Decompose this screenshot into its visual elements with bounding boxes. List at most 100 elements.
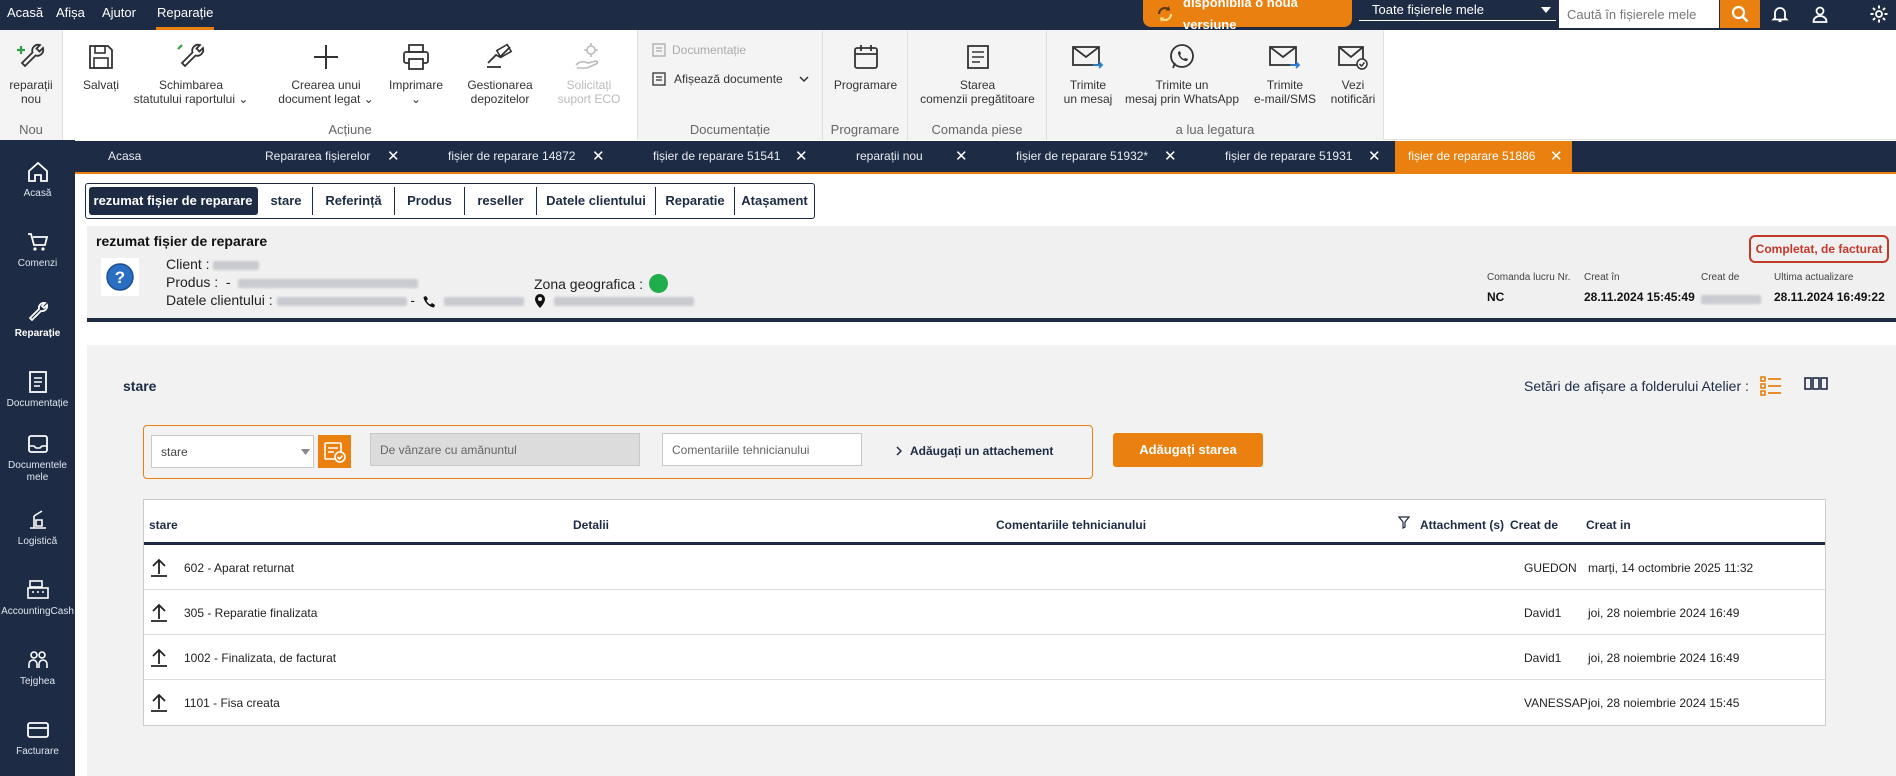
sidebar-item-tejghea[interactable]: Tejghea [0, 646, 75, 688]
new-repair-button[interactable]: reparații nou [2, 36, 60, 106]
technician-comment-input[interactable]: Comentariile tehnicianului [662, 433, 862, 466]
left-sidebar: Acasă Comenzi Reparație Documentație Doc… [0, 140, 75, 776]
client-value-redacted [213, 260, 260, 270]
file-scope-select[interactable]: Toate fișierele mele [1359, 0, 1556, 21]
order-status-label-2: comenzii pregătitoare [920, 92, 1035, 106]
sidebar-item-documentatie[interactable]: Documentație [0, 368, 75, 410]
subtab-referinta[interactable]: Referință [313, 187, 395, 215]
sidebar-item-accountingcash[interactable]: AccountingCash [0, 576, 75, 618]
close-icon[interactable]: ✕ [1368, 141, 1381, 172]
column-header-attachment[interactable]: Attachment (s) [1420, 518, 1504, 532]
column-header-detalii[interactable]: Detalii [573, 518, 609, 532]
column-header-creat-in[interactable]: Creat in [1586, 518, 1631, 532]
row-created-by: David1 [1524, 651, 1562, 665]
close-icon[interactable]: ✕ [592, 141, 605, 172]
documentation-button[interactable]: Documentație [652, 43, 746, 57]
menu-ajutor[interactable]: Ajutor [102, 0, 136, 30]
sidebar-item-reparatie[interactable]: Reparație [0, 298, 75, 340]
bell-icon[interactable] [1765, 0, 1795, 28]
close-icon[interactable]: ✕ [1550, 141, 1563, 172]
status-picker-button[interactable] [318, 435, 351, 468]
retail-field[interactable]: De vânzare cu amănuntul [370, 433, 640, 466]
wrench-plus-icon [2, 36, 60, 78]
inbox-icon [0, 430, 75, 458]
created-at-value: 28.11.2024 15:45:49 [1584, 290, 1695, 304]
row-created-at: joi, 28 noiembrie 2024 15:45 [1588, 696, 1740, 710]
eco-support-label-1: Solicitați [566, 78, 612, 92]
add-attachment-link[interactable]: Adăugați un attachement [896, 444, 1053, 458]
update-available-button[interactable]: disponibilă o nouă versiune [1143, 0, 1352, 32]
column-header-stare[interactable]: stare [149, 518, 178, 532]
sidebar-item-comenzi[interactable]: Comenzi [0, 228, 75, 270]
subtab-datele-clientului[interactable]: Datele clientului [537, 187, 656, 215]
show-documents-button[interactable]: Afișează documente [652, 72, 809, 86]
arrow-up-icon[interactable] [149, 602, 169, 622]
map-pin-icon [534, 294, 546, 309]
order-status-button[interactable]: Starea comenzii pregătitoare [910, 36, 1045, 106]
mail-forward-icon [1243, 36, 1327, 78]
manage-deposits-button[interactable]: Gestionarea depozitelor [458, 36, 542, 106]
arrow-up-icon[interactable] [149, 557, 169, 577]
whatsapp-button[interactable]: Trimite un mesaj prin WhatsApp [1119, 36, 1245, 106]
status-select[interactable]: stare [151, 435, 314, 468]
column-header-comentarii[interactable]: Comentariile tehnicianului [996, 518, 1146, 532]
sidebar-item-logistica[interactable]: Logistică [0, 506, 75, 548]
view-notifications-label-1: Vezi [1341, 78, 1365, 92]
eco-support-button[interactable]: Solicitați suport ECO [547, 36, 631, 106]
close-icon[interactable]: ✕ [1164, 141, 1177, 172]
tab-reparatii-nou[interactable]: reparații nou ✕ [856, 141, 1006, 172]
tab-label: Acasa [108, 149, 142, 163]
tab-fisier-51886[interactable]: fișier de reparare 51886 ✕ [1395, 141, 1572, 172]
filter-icon[interactable] [1398, 516, 1410, 529]
table-row[interactable]: 602 - Aparat returnat GUEDON marți, 14 o… [144, 545, 1825, 590]
tab-fisier-14872[interactable]: fișier de reparare 14872 ✕ [448, 141, 648, 172]
repair-summary-header: rezumat fișier de reparare ? Client : Pr… [87, 226, 1896, 318]
user-icon[interactable] [1805, 0, 1835, 28]
subtab-reseller[interactable]: reseller [465, 187, 537, 215]
email-sms-button[interactable]: Trimite e-mail/SMS [1243, 36, 1327, 106]
print-button[interactable]: Imprimare ⌄ [376, 36, 456, 106]
subtab-rezumat[interactable]: rezumat fișier de reparare [89, 187, 258, 215]
arrow-up-icon[interactable] [149, 647, 169, 667]
change-status-button[interactable]: Schimbarea statutului raportului ⌄ [128, 36, 254, 106]
menu-afisa[interactable]: Afișa [56, 0, 85, 30]
scheduling-label: Programare [833, 78, 898, 92]
create-linked-doc-button[interactable]: Crearea unui document legat ⌄ [273, 36, 379, 106]
search-button[interactable] [1720, 0, 1760, 28]
sidebar-item-documentele-mele[interactable]: Documentele mele [0, 430, 75, 484]
menu-reparatie[interactable]: Reparație [156, 0, 215, 30]
hand-money-icon [458, 36, 542, 78]
close-icon[interactable]: ✕ [955, 141, 968, 172]
home-icon [0, 158, 75, 186]
table-row[interactable]: 305 - Reparatie finalizata David1 joi, 2… [144, 590, 1825, 635]
scheduling-button[interactable]: Programare [825, 36, 906, 92]
table-row[interactable]: 1101 - Fisa creata VANESSAP joi, 28 noie… [144, 680, 1825, 725]
sidebar-item-facturare[interactable]: Facturare [0, 716, 75, 758]
save-button[interactable]: Salvați [71, 36, 131, 92]
view-notifications-button[interactable]: Vezi notificări [1323, 36, 1383, 106]
tab-fisier-51541[interactable]: fișier de reparare 51541 ✕ [653, 141, 853, 172]
list-view-icon[interactable] [1759, 375, 1783, 397]
column-header-creat-de[interactable]: Creat de [1510, 518, 1558, 532]
search-input[interactable]: Caută în fișierele mele [1559, 0, 1719, 28]
subtab-atasament[interactable]: Atașament [735, 187, 814, 215]
tab-repararea-fisierelor[interactable]: Repararea fișierelor ✕ [265, 141, 465, 172]
subtab-stare[interactable]: stare [260, 187, 313, 215]
tab-fisier-51932[interactable]: fișier de reparare 51932* ✕ [1016, 141, 1216, 172]
subtab-produs[interactable]: Produs [395, 187, 465, 215]
work-order-value: NC [1487, 290, 1505, 304]
send-message-button[interactable]: Trimite un mesaj [1051, 36, 1125, 106]
close-icon[interactable]: ✕ [795, 141, 808, 172]
add-status-button[interactable]: Adăugați starea [1113, 433, 1263, 467]
columns-view-icon[interactable] [1803, 376, 1829, 394]
close-icon[interactable]: ✕ [387, 141, 400, 172]
tab-acasa[interactable]: Acasa [108, 141, 238, 172]
subtab-reparatie[interactable]: Reparatie [656, 187, 735, 215]
geo-zone-row: Zona geografica : [534, 274, 668, 293]
arrow-up-icon[interactable] [149, 692, 169, 712]
sidebar-item-acasa[interactable]: Acasă [0, 158, 75, 200]
gear-icon[interactable] [1864, 0, 1894, 28]
menu-acasa[interactable]: Acasă [7, 0, 43, 30]
group-title-nou: Nou [19, 122, 43, 137]
table-row[interactable]: 1002 - Finalizata, de facturat David1 jo… [144, 635, 1825, 680]
